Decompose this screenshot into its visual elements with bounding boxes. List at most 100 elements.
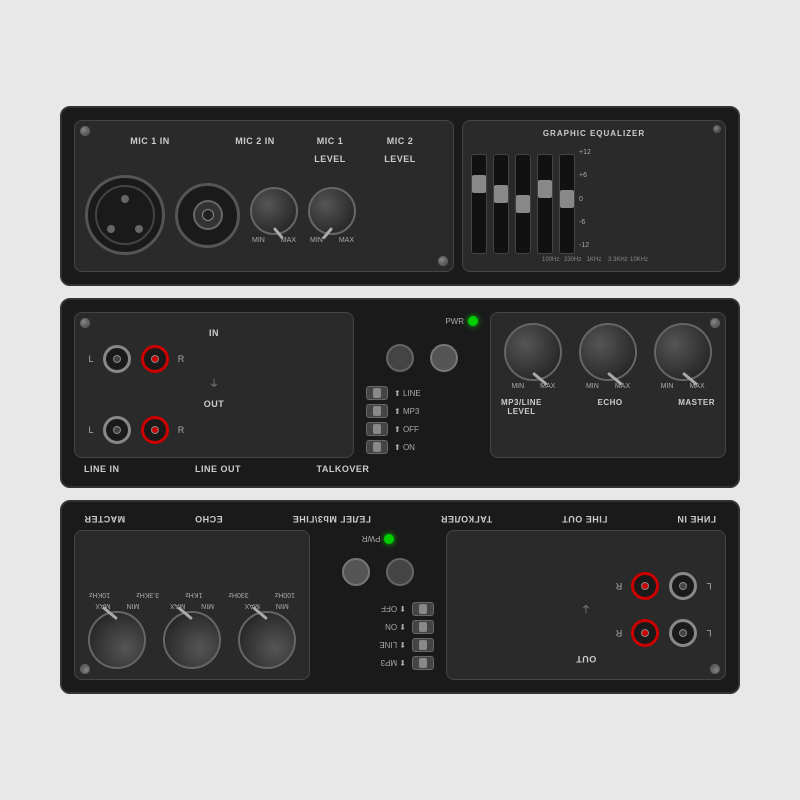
- eq-db-m6: -6: [579, 219, 591, 226]
- eq-slider-1[interactable]: [471, 154, 487, 254]
- master-knob[interactable]: [654, 323, 712, 381]
- echo-knob[interactable]: [579, 323, 637, 381]
- lower-knob-1-minmax: MIN MAX: [245, 602, 289, 609]
- echo-min-label: MIN: [586, 383, 599, 390]
- talkover-btn-2[interactable]: [430, 344, 458, 372]
- eq-handle-3[interactable]: [516, 195, 530, 213]
- mic1-in-label: MIC 1 IN: [130, 136, 170, 146]
- lower-switch-line[interactable]: [412, 638, 434, 652]
- out-jacks-row: L R: [85, 416, 343, 444]
- switch-on-label: ⬆ ON: [394, 443, 415, 452]
- switch-on[interactable]: [366, 440, 388, 454]
- pwr-indicator: PWR: [366, 316, 478, 326]
- echo-knob-minmax: MIN MAX: [586, 383, 630, 390]
- mic2-min-label: MIN: [310, 237, 323, 244]
- lower-knob-3[interactable]: [88, 611, 146, 669]
- lower-rca-in-l-center: [679, 582, 687, 590]
- master-knob-minmax: MIN MAX: [661, 383, 705, 390]
- switch-off[interactable]: [366, 422, 388, 436]
- eq-freq-1k: 1KHz: [586, 257, 602, 263]
- switch-row-line: ⬆ LINE: [366, 386, 478, 400]
- lower-controls-section: MIN MAX MIN MAX MIN: [74, 530, 310, 680]
- mic1-knob-minmax: MIN MAX: [252, 237, 296, 244]
- rca-out-l-center: [113, 426, 121, 434]
- eq-handle-1[interactable]: [472, 175, 486, 193]
- lower-rca-out-l[interactable]: [669, 619, 697, 647]
- switch-line-label: ⬆ LINE: [394, 389, 421, 398]
- eq-freq-100: 100Hz: [542, 257, 558, 263]
- xlr-pin-br: [135, 225, 143, 233]
- talkover-btn-1[interactable]: [386, 344, 414, 372]
- mic2-level-knob[interactable]: [308, 187, 356, 235]
- mic2-level-label: MIC 2LEVEL: [384, 136, 416, 164]
- rca-in-l-center: [113, 355, 121, 363]
- screw-io-tl: [80, 318, 90, 328]
- eq-handle-5[interactable]: [560, 190, 574, 208]
- switch-mp3-label: ⬆ MP3: [394, 407, 419, 416]
- lower-switch-on-label: ⬆ ON: [385, 623, 406, 632]
- lower-pwr-label: PWR: [362, 535, 381, 544]
- lower-switch-row-off: ⬆ OFF: [322, 602, 434, 616]
- mic-inputs-section: MIC 1 IN MIC 2 IN MIC 1LEVEL MIC 2LEVEL: [74, 120, 454, 272]
- lower-level-label: ГЕЛЕГ Мb3\ГІНЕ: [292, 514, 371, 524]
- eq-db-labels: +12 +6 0 -6 -12: [579, 149, 591, 249]
- lower-freq-5: 10KHz: [89, 591, 110, 598]
- lower-k2-min: MIN: [201, 602, 214, 609]
- mic1-level-knob[interactable]: [250, 187, 298, 235]
- controls-knobs-row: MIN MAX MIN MAX: [501, 323, 715, 390]
- trs-connector[interactable]: [175, 183, 240, 248]
- eq-slider-5[interactable]: [559, 154, 575, 254]
- eq-slider-3[interactable]: [515, 154, 531, 254]
- eq-slider-2[interactable]: [493, 154, 509, 254]
- lower-in-r-label: R: [613, 581, 625, 591]
- lower-knob-group-2: MIN MAX: [163, 602, 221, 669]
- lower-talkover-btn-1[interactable]: [386, 558, 414, 586]
- rca-out-l[interactable]: [103, 416, 131, 444]
- switch-off-label: ⬆ OFF: [394, 425, 419, 434]
- bottom-labels-row: MP3/LINELEVEL ECHO MASTER: [501, 398, 715, 416]
- lower-switch-mp3-label: ⬆ MP3: [381, 659, 406, 668]
- lower-switch-on[interactable]: [412, 620, 434, 634]
- lower-out-r-label: R: [613, 628, 625, 638]
- in-label: IN: [209, 328, 219, 338]
- switch-mp3[interactable]: [366, 404, 388, 418]
- eq-handle-2[interactable]: [494, 185, 508, 203]
- switch-line[interactable]: [366, 386, 388, 400]
- eq-freq-10k: 10KHz: [630, 257, 646, 263]
- mp3-line-knob-group: MIN MAX: [504, 323, 562, 390]
- lower-knob-1[interactable]: [238, 611, 296, 669]
- eq-db-p12: +12: [579, 149, 591, 156]
- line-io-section: IN L R ⏚ OUT: [74, 312, 354, 458]
- lower-freq-1: 100Hz: [275, 591, 295, 598]
- lower-rca-in-l[interactable]: [669, 572, 697, 600]
- trs-inner: [193, 200, 223, 230]
- lower-switch-line-inner: [419, 640, 427, 650]
- eq-handle-4[interactable]: [538, 180, 552, 198]
- xlr-connector[interactable]: [85, 175, 165, 255]
- rca-in-r[interactable]: [141, 345, 169, 373]
- lower-rca-in-r[interactable]: [631, 572, 659, 600]
- in-r-label: R: [175, 354, 187, 364]
- lower-talkover-btn-2[interactable]: [342, 558, 370, 586]
- rca-in-l[interactable]: [103, 345, 131, 373]
- screw-ctrl-tr: [710, 318, 720, 328]
- eq-slider-4[interactable]: [537, 154, 553, 254]
- screw-tl: [80, 126, 90, 136]
- lower-line-out-label: ГІНЕ ОUТ: [562, 514, 608, 524]
- lower-knob-2[interactable]: [163, 611, 221, 669]
- lower-rca-out-r[interactable]: [631, 619, 659, 647]
- rca-out-r[interactable]: [141, 416, 169, 444]
- eq-freq-33k: 3.3KHz: [608, 257, 624, 263]
- switch-mp3-inner: [373, 406, 381, 416]
- eq-freq-330: 330Hz: [564, 257, 580, 263]
- mp3-line-knob[interactable]: [504, 323, 562, 381]
- talkover-section: PWR ⬆ LINE: [362, 312, 482, 458]
- lower-switch-off[interactable]: [412, 602, 434, 616]
- out-label: OUT: [204, 399, 225, 409]
- lower-switch-mp3[interactable]: [412, 656, 434, 670]
- main-container: MIC 1 IN MIC 2 IN MIC 1LEVEL MIC 2LEVEL: [60, 106, 740, 694]
- lower-master-label: МАСТЕR: [84, 514, 125, 524]
- lower-freq-2: 330Hz: [228, 591, 248, 598]
- lower-rca-out-r-center: [641, 629, 649, 637]
- switch-row-off: ⬆ OFF: [366, 422, 478, 436]
